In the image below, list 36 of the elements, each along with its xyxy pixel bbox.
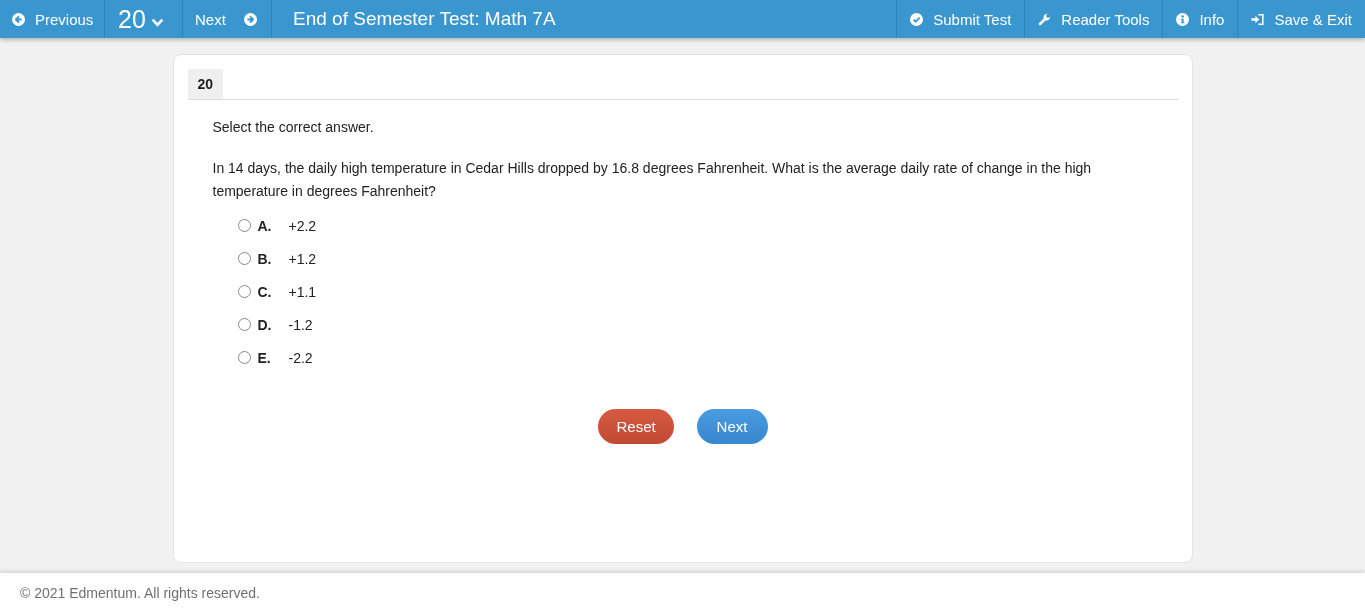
arrow-circle-right-icon	[243, 12, 257, 26]
wrench-icon	[1038, 12, 1052, 26]
radio-button[interactable]	[237, 251, 251, 265]
chevron-down-icon	[150, 17, 164, 27]
option-letter: C.	[257, 284, 273, 300]
radio-button[interactable]	[237, 218, 251, 232]
instruction-text: Select the correct answer.	[212, 118, 375, 137]
save-and-exit-button[interactable]: Save & Exit	[1237, 0, 1365, 38]
previous-button[interactable]: Previous	[0, 0, 105, 38]
option-value: +1.1	[288, 284, 317, 300]
option-value: +1.2	[288, 251, 317, 267]
option-letter: B.	[257, 251, 273, 267]
question-number: 20	[187, 69, 224, 99]
question-number-dropdown[interactable]: 20	[105, 0, 183, 38]
next-button[interactable]: Next	[696, 409, 768, 444]
info-button[interactable]: Info	[1162, 0, 1238, 38]
question-text: In 14 days, the daily high temperature in Cedar Hills dropped by 16.8 degrees Fahrenheit. What is the average daily rate of change in the high temperature in degrees Fahrenheit?	[212, 159, 1093, 201]
option-letter: A.	[257, 218, 273, 234]
next-button[interactable]: Next	[183, 0, 272, 38]
radio-button[interactable]	[237, 350, 251, 364]
option-letter: D.	[257, 317, 273, 333]
option-value: +2.2	[288, 218, 317, 234]
reader-tools-button[interactable]: Reader Tools	[1024, 0, 1163, 38]
reset-button[interactable]: Reset	[597, 409, 674, 444]
radio-button[interactable]	[237, 284, 251, 298]
option-value: -2.2	[288, 350, 313, 366]
option-letter: E.	[257, 350, 272, 366]
option-value: -1.2	[288, 317, 313, 333]
arrow-circle-left-icon	[12, 12, 25, 26]
check-circle-icon	[910, 12, 924, 26]
radio-button[interactable]	[237, 317, 251, 331]
info-circle-icon	[1176, 12, 1190, 26]
sign-in-icon	[1251, 12, 1265, 26]
test-title: End of Semester Test: Math 7A	[292, 7, 556, 31]
submit-test-button[interactable]: Submit Test	[896, 0, 1025, 38]
copyright-text: © 2021 Edmentum. All rights reserved.	[20, 585, 260, 601]
